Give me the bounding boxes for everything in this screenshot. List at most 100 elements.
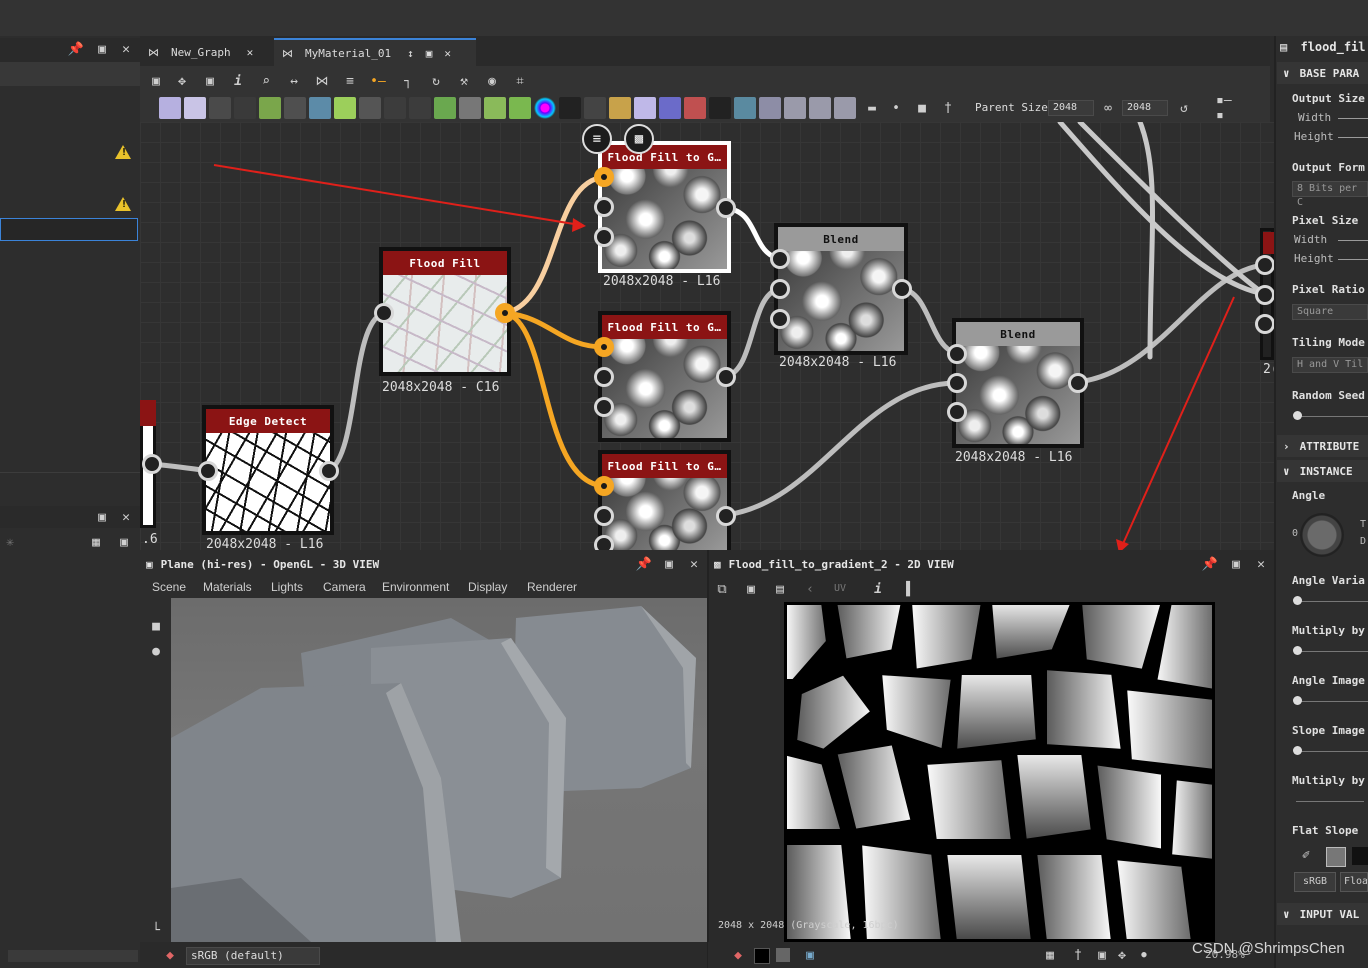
slope-image-slider[interactable] (1293, 746, 1302, 755)
noise-icon[interactable] (559, 97, 581, 119)
mirror-icon[interactable] (609, 97, 631, 119)
frame-node-icon[interactable] (784, 97, 806, 119)
eyedropper-icon[interactable]: ✐ (1296, 845, 1316, 865)
channels-icon[interactable]: ▣ (800, 945, 820, 965)
info-icon[interactable]: i (868, 579, 888, 599)
comment-node-icon[interactable] (809, 97, 831, 119)
pin-icon[interactable]: † (938, 98, 958, 118)
menu-scene[interactable]: Scene (152, 580, 186, 594)
output-port[interactable] (716, 198, 736, 218)
input-port[interactable] (594, 367, 614, 387)
close-icon[interactable]: ✕ (116, 39, 136, 59)
viewport-3d[interactable] (171, 598, 707, 942)
camera-icon[interactable]: ▣ (200, 71, 220, 91)
output-port[interactable] (892, 279, 912, 299)
section-attributes[interactable]: › ATTRIBUTE (1277, 435, 1368, 457)
hsl-icon[interactable] (284, 97, 306, 119)
layers-icon[interactable]: ◆ (160, 945, 180, 965)
float-button[interactable]: Floa (1340, 872, 1368, 892)
tab-new-graph[interactable]: ⋈ New_Graph ✕ (148, 38, 272, 66)
angle-variation-slider[interactable] (1293, 596, 1302, 605)
uniform-color-icon[interactable] (184, 97, 206, 119)
random-seed-slider[interactable] (1293, 411, 1302, 420)
input-port[interactable] (594, 167, 614, 187)
close-icon[interactable]: ✕ (1251, 554, 1271, 574)
histogram-icon[interactable] (509, 97, 531, 119)
tiling-mode-dropdown[interactable]: H and V Til (1292, 357, 1368, 373)
output-port[interactable] (142, 454, 162, 474)
flat-slope-swatch[interactable] (1326, 847, 1346, 867)
pixel-width-field[interactable] (1338, 240, 1368, 241)
output-port[interactable] (319, 461, 339, 481)
viewport-2d-image[interactable] (784, 602, 1215, 942)
pixel-height-field[interactable] (1338, 259, 1368, 260)
grid-icon[interactable]: ▦ (1040, 945, 1060, 965)
move-icon[interactable]: ✥ (1112, 945, 1132, 965)
link-icon[interactable]: ∞ (1098, 98, 1118, 118)
menu-lights[interactable]: Lights (271, 580, 303, 594)
uv-label[interactable]: UV (834, 583, 846, 594)
pattern-icon[interactable] (584, 97, 606, 119)
input-port[interactable] (594, 506, 614, 526)
input-port[interactable] (594, 337, 614, 357)
float-window-icon[interactable]: ▣ (92, 39, 112, 59)
wrench-icon[interactable]: ⚒ (454, 71, 474, 91)
output-port[interactable] (1068, 373, 1088, 393)
graph-icon[interactable]: ⋈ (312, 71, 332, 91)
paste-icon[interactable]: ▤ (770, 579, 790, 599)
dot-icon[interactable]: • (886, 98, 906, 118)
histogram-icon[interactable]: ▐ (896, 579, 916, 599)
size-dropdown-1[interactable]: 2048 (1048, 100, 1094, 116)
reset-icon[interactable]: ↺ (1174, 98, 1194, 118)
pixel-ratio-dropdown[interactable]: Square (1292, 304, 1368, 320)
width-field[interactable] (1338, 118, 1368, 119)
pin-icon[interactable]: ↕ (407, 47, 414, 60)
black-swatch[interactable] (754, 948, 770, 964)
warning-icon[interactable]: ! (115, 145, 131, 159)
zoom-slider-icon[interactable]: ● (1134, 945, 1154, 965)
menu-display[interactable]: Display (468, 580, 507, 594)
close-icon[interactable]: ✕ (247, 46, 254, 59)
output-port[interactable] (716, 367, 736, 387)
gray-swatch[interactable] (776, 948, 790, 962)
comment-icon[interactable]: ▬ (862, 98, 882, 118)
input-port[interactable] (770, 309, 790, 329)
float-window-icon[interactable]: ▣ (92, 507, 112, 527)
connect-icon[interactable]: ↔ (284, 71, 304, 91)
menu-materials[interactable]: Materials (203, 580, 252, 594)
link-icon[interactable]: •— (368, 71, 388, 91)
multiply-by-track[interactable] (1300, 651, 1368, 652)
curve-icon[interactable] (259, 97, 281, 119)
output-port[interactable] (716, 506, 736, 526)
input-port[interactable] (594, 397, 614, 417)
close-icon[interactable]: ✕ (116, 507, 136, 527)
warp-icon[interactable] (434, 97, 456, 119)
selected-list-item[interactable] (0, 218, 138, 241)
pin-icon[interactable]: 📌 (634, 554, 654, 574)
pin-icon[interactable]: 📌 (1200, 554, 1220, 574)
frame-all-icon[interactable]: ▣ (146, 71, 166, 91)
fit-icon[interactable]: ▣ (1092, 945, 1112, 965)
pivot-icon[interactable]: † (1068, 945, 1088, 965)
info-icon[interactable]: i (228, 71, 248, 91)
crop-icon[interactable]: ⌗ (510, 71, 530, 91)
input-port[interactable] (198, 461, 218, 481)
angle-dial[interactable] (1300, 513, 1344, 557)
height-field[interactable] (1338, 137, 1368, 138)
close-icon[interactable]: ✕ (444, 47, 451, 60)
refresh-icon[interactable]: ↻ (426, 71, 446, 91)
save-icon[interactable]: ▣ (741, 579, 761, 599)
section-instance[interactable]: ∨ INSTANCE (1277, 460, 1368, 482)
output-port[interactable] (495, 303, 515, 323)
angle-image-track[interactable] (1300, 701, 1368, 702)
shuffle-icon[interactable] (234, 97, 256, 119)
menu-camera[interactable]: Camera (323, 580, 366, 594)
move-icon[interactable]: ✥ (172, 71, 192, 91)
tile-icon[interactable] (384, 97, 406, 119)
input-port[interactable] (770, 249, 790, 269)
angle-variation-track[interactable] (1300, 601, 1368, 602)
export-icon[interactable]: ■ (912, 98, 932, 118)
stack-icon[interactable]: ≡ (340, 71, 360, 91)
input-port[interactable] (1255, 255, 1275, 275)
shape-icon[interactable] (359, 97, 381, 119)
